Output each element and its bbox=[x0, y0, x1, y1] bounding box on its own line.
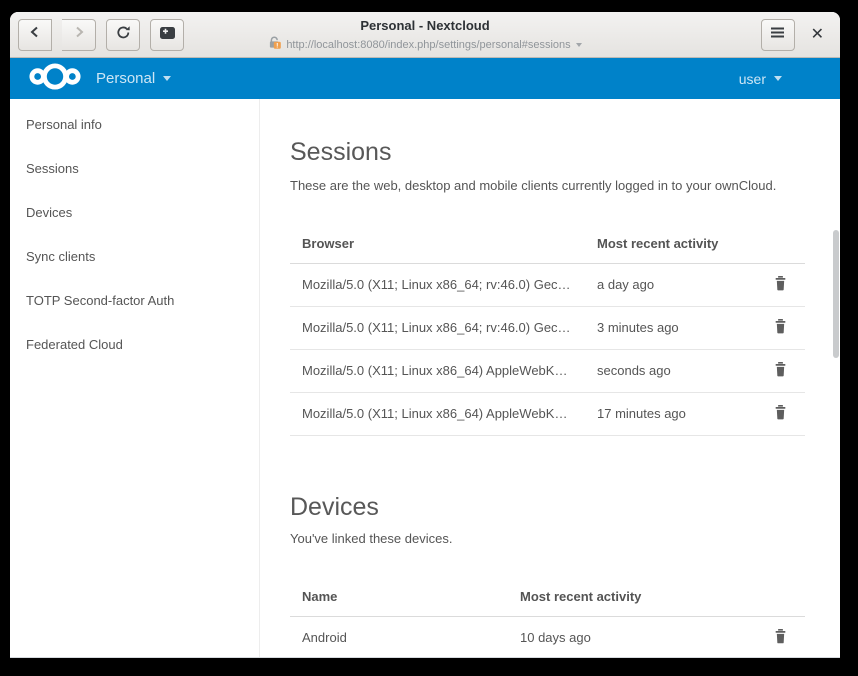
device-name: Android bbox=[290, 617, 508, 659]
session-browser: Mozilla/5.0 (X11; Linux x86_64; rv:46.0)… bbox=[290, 307, 585, 350]
trash-icon bbox=[773, 408, 788, 423]
session-browser: Mozilla/5.0 (X11; Linux x86_64) AppleWeb… bbox=[290, 350, 585, 393]
trash-icon bbox=[773, 632, 788, 647]
settings-content: Sessions These are the web, desktop and … bbox=[260, 99, 840, 658]
table-row: Mozilla/5.0 (X11; Linux x86_64; rv:46.0)… bbox=[290, 264, 805, 307]
sessions-header-row: Browser Most recent activity bbox=[290, 225, 805, 264]
svg-text:!: ! bbox=[276, 43, 278, 50]
window-title: Personal - Nextcloud bbox=[185, 17, 665, 34]
url-dropdown-icon[interactable] bbox=[576, 43, 582, 47]
chevron-down-icon bbox=[774, 76, 782, 81]
url-bar[interactable]: ! http://localhost:8080/index.php/settin… bbox=[185, 36, 665, 53]
table-row: Mozilla/5.0 (X11; Linux x86_64) AppleWeb… bbox=[290, 350, 805, 393]
hamburger-icon bbox=[770, 26, 785, 44]
trash-icon bbox=[773, 279, 788, 294]
devices-header-row: Name Most recent activity bbox=[290, 578, 805, 617]
browser-titlebar: Personal - Nextcloud ! http://localhost:… bbox=[10, 12, 840, 58]
devices-col-name: Name bbox=[290, 578, 508, 617]
sidebar-item-federated-cloud[interactable]: Federated Cloud bbox=[10, 323, 259, 367]
sessions-description: These are the web, desktop and mobile cl… bbox=[290, 177, 840, 195]
devices-col-actions bbox=[724, 578, 805, 617]
sidebar-item-totp[interactable]: TOTP Second-factor Auth bbox=[10, 279, 259, 323]
session-activity: 17 minutes ago bbox=[585, 393, 724, 436]
settings-page: Personal info Sessions Devices Sync clie… bbox=[10, 99, 840, 658]
nextcloud-logo-icon[interactable] bbox=[28, 63, 82, 95]
sidebar-item-personal-info[interactable]: Personal info bbox=[10, 103, 259, 147]
delete-session-button[interactable] bbox=[773, 361, 788, 377]
user-menu[interactable]: user bbox=[739, 71, 822, 87]
sessions-table: Browser Most recent activity Mozilla/5.0… bbox=[290, 225, 805, 436]
user-menu-label: user bbox=[739, 71, 766, 87]
forward-icon bbox=[71, 24, 87, 45]
new-tab-icon bbox=[159, 25, 176, 45]
app-menu-label: Personal bbox=[96, 70, 155, 87]
sidebar-item-sync-clients[interactable]: Sync clients bbox=[10, 235, 259, 279]
devices-col-activity: Most recent activity bbox=[508, 578, 724, 617]
delete-session-button[interactable] bbox=[773, 404, 788, 420]
chevron-down-icon bbox=[163, 76, 171, 81]
table-row: Mozilla/5.0 (X11; Linux x86_64) AppleWeb… bbox=[290, 393, 805, 436]
trash-icon bbox=[773, 365, 788, 380]
devices-title: Devices bbox=[290, 490, 840, 524]
sessions-col-browser: Browser bbox=[290, 225, 585, 264]
menu-button[interactable] bbox=[761, 19, 795, 51]
session-activity: a day ago bbox=[585, 264, 724, 307]
reload-button[interactable] bbox=[106, 19, 140, 51]
trash-icon bbox=[773, 322, 788, 337]
browser-window: Personal - Nextcloud ! http://localhost:… bbox=[10, 12, 840, 658]
device-activity: 10 days ago bbox=[508, 617, 724, 659]
new-tab-button[interactable] bbox=[150, 19, 184, 51]
titlebox: Personal - Nextcloud ! http://localhost:… bbox=[185, 17, 665, 53]
delete-session-button[interactable] bbox=[773, 318, 788, 334]
sidebar-item-devices[interactable]: Devices bbox=[10, 191, 259, 235]
nav-button-group bbox=[18, 19, 96, 51]
devices-table: Name Most recent activity Android 10 day… bbox=[290, 578, 805, 658]
reload-icon bbox=[115, 24, 132, 46]
sessions-col-actions bbox=[724, 225, 805, 264]
session-activity: seconds ago bbox=[585, 350, 724, 393]
back-icon bbox=[27, 24, 43, 45]
settings-sidebar: Personal info Sessions Devices Sync clie… bbox=[10, 99, 260, 658]
delete-device-button[interactable] bbox=[773, 628, 788, 644]
sessions-col-activity: Most recent activity bbox=[585, 225, 724, 264]
session-browser: Mozilla/5.0 (X11; Linux x86_64; rv:46.0)… bbox=[290, 264, 585, 307]
app-menu[interactable]: Personal bbox=[96, 70, 171, 87]
devices-description: You've linked these devices. bbox=[290, 530, 840, 548]
delete-session-button[interactable] bbox=[773, 275, 788, 291]
table-row: Android 10 days ago bbox=[290, 617, 805, 659]
session-activity: 3 minutes ago bbox=[585, 307, 724, 350]
titlebar-right: ✕ bbox=[761, 19, 832, 51]
nextcloud-header: Personal user bbox=[10, 58, 840, 99]
table-row: Mozilla/5.0 (X11; Linux x86_64; rv:46.0)… bbox=[290, 307, 805, 350]
lock-warning-icon: ! bbox=[268, 36, 281, 53]
forward-button[interactable] bbox=[62, 19, 96, 51]
sidebar-item-sessions[interactable]: Sessions bbox=[10, 147, 259, 191]
back-button[interactable] bbox=[18, 19, 52, 51]
close-button[interactable]: ✕ bbox=[811, 19, 824, 51]
session-browser: Mozilla/5.0 (X11; Linux x86_64) AppleWeb… bbox=[290, 393, 585, 436]
sessions-title: Sessions bbox=[290, 135, 840, 169]
scrollbar-thumb[interactable] bbox=[833, 230, 839, 358]
url-text: http://localhost:8080/index.php/settings… bbox=[286, 38, 570, 52]
